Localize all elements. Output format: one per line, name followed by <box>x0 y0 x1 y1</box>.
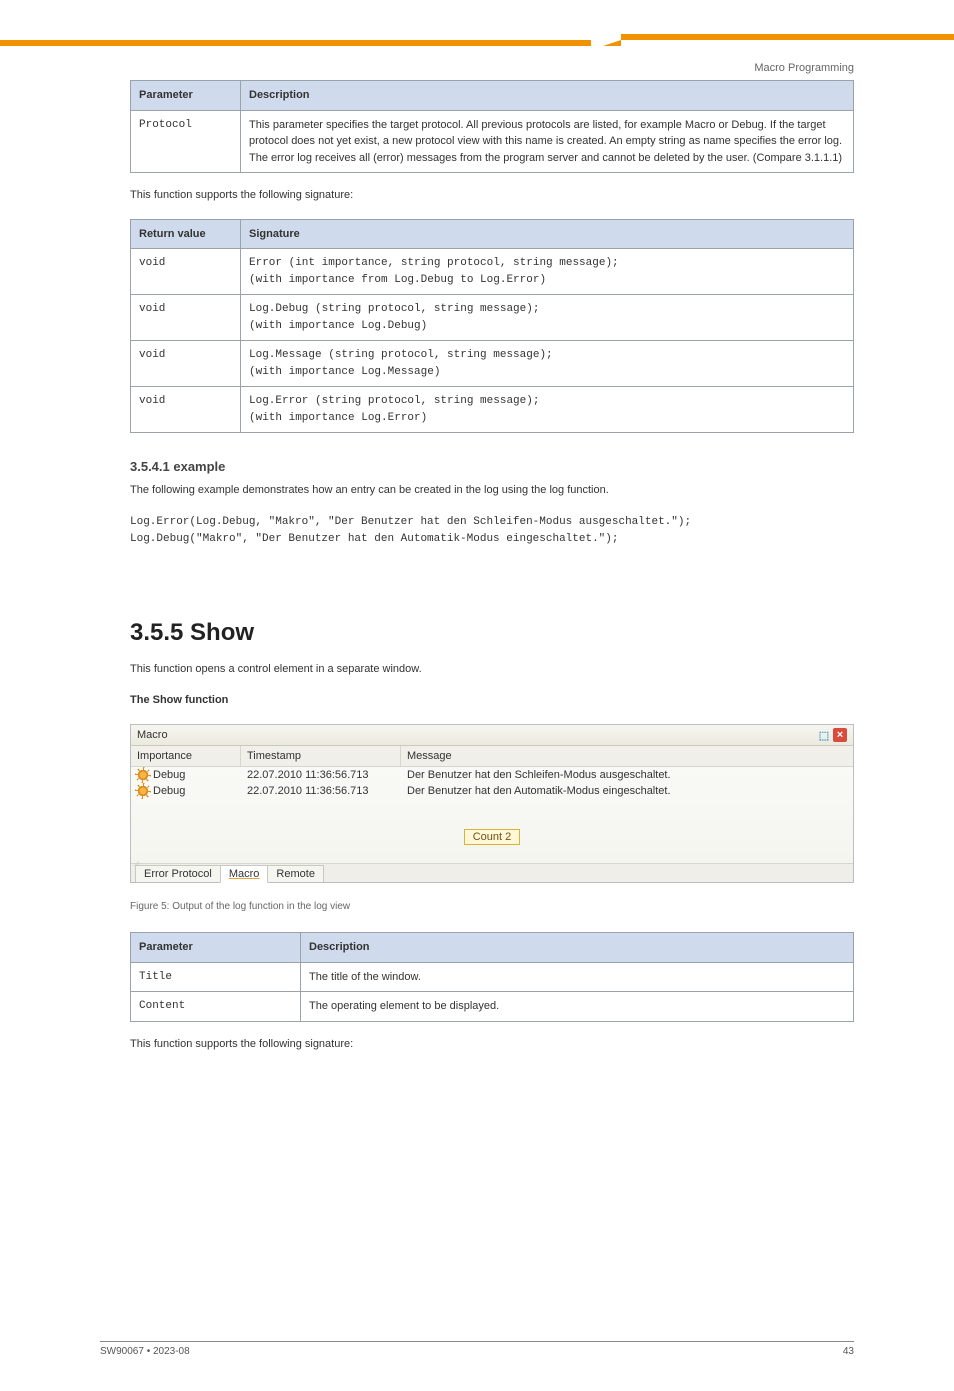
count-badge: Count 2 <box>464 829 520 845</box>
log-importance: Debug <box>153 769 185 781</box>
subheading: The Show function <box>130 692 854 710</box>
paragraph: This function supports the following sig… <box>130 1036 854 1054</box>
header-title: Macro Programming <box>754 62 854 74</box>
log-row[interactable]: Debug 22.07.2010 11:36:56.713Der Benutzer… <box>131 783 853 799</box>
column-header[interactable]: Importance <box>131 746 241 766</box>
macro-rows: Debug 22.07.2010 11:36:56.713Der Benutzer… <box>131 767 853 799</box>
table-row: voidLog.Debug (string protocol, string m… <box>131 295 854 341</box>
log-timestamp: 22.07.2010 11:36:56.713 <box>241 784 401 798</box>
table-header: Parameter <box>131 81 241 111</box>
table-row: voidLog.Message (string protocol, string… <box>131 341 854 387</box>
tab-remote[interactable]: Remote <box>267 865 324 882</box>
page-footer: SW90067 • 2023-08 43 <box>100 1341 854 1357</box>
log-timestamp: 22.07.2010 11:36:56.713 <box>241 768 401 782</box>
params-table-1: Parameter Description Protocol This para… <box>130 80 854 173</box>
log-message: Der Benutzer hat den Automatik-Modus ein… <box>401 784 853 798</box>
macro-tabs: Error ProtocolMacroRemote <box>131 863 853 882</box>
table-row: TitleThe title of the window. <box>131 962 854 992</box>
table-header: Parameter <box>131 933 301 963</box>
figure-caption: Figure 5: Output of the log function in … <box>130 901 854 912</box>
signatures-table: Return value Signature voidError (int im… <box>130 219 854 434</box>
gear-icon <box>137 785 149 797</box>
log-message: Der Benutzer hat den Schleifen-Modus aus… <box>401 768 853 782</box>
column-header[interactable]: Message <box>401 746 853 766</box>
pin-icon[interactable]: ⬚ <box>817 728 831 742</box>
paragraph: This function supports the following sig… <box>130 187 854 205</box>
tab-error-protocol[interactable]: Error Protocol <box>135 865 221 882</box>
macro-column-headers: Importance Timestamp Message <box>131 746 853 767</box>
table-header: Description <box>241 81 854 111</box>
code-sample: Log.Error(Log.Debug, "Makro", "Der Benut… <box>130 514 854 549</box>
gear-icon <box>137 769 149 781</box>
section-heading-major: 3.5.5 Show <box>130 619 854 647</box>
table-row: Protocol This parameter specifies the ta… <box>131 110 854 173</box>
log-importance: Debug <box>153 785 185 797</box>
column-header[interactable]: Timestamp <box>241 746 401 766</box>
macro-titlebar: Macro ⬚ × <box>131 725 853 746</box>
table-row: voidError (int importance, string protoc… <box>131 249 854 295</box>
close-icon[interactable]: × <box>833 728 847 742</box>
table-header: Return value <box>131 219 241 249</box>
header-divider <box>0 40 954 60</box>
macro-panel: Macro ⬚ × Importance Timestamp Message D… <box>130 724 854 883</box>
table-row: voidLog.Error (string protocol, string m… <box>131 387 854 433</box>
params-table-2: Parameter Description TitleThe title of … <box>130 932 854 1022</box>
macro-title-text: Macro <box>137 729 168 741</box>
table-header: Signature <box>241 219 854 249</box>
paragraph: This function opens a control element in… <box>130 661 854 679</box>
footer-page-number: 43 <box>843 1346 854 1357</box>
page: Macro Programming Parameter Description … <box>0 40 954 1391</box>
log-row[interactable]: Debug 22.07.2010 11:36:56.713Der Benutzer… <box>131 767 853 783</box>
paragraph: The following example demonstrates how a… <box>130 482 854 500</box>
table-header: Description <box>301 933 854 963</box>
footer-left: SW90067 • 2023-08 <box>100 1346 190 1357</box>
tab-macro[interactable]: Macro <box>220 865 269 883</box>
section-heading: 3.5.4.1 example <box>130 459 854 474</box>
table-row: ContentThe operating element to be displ… <box>131 992 854 1022</box>
